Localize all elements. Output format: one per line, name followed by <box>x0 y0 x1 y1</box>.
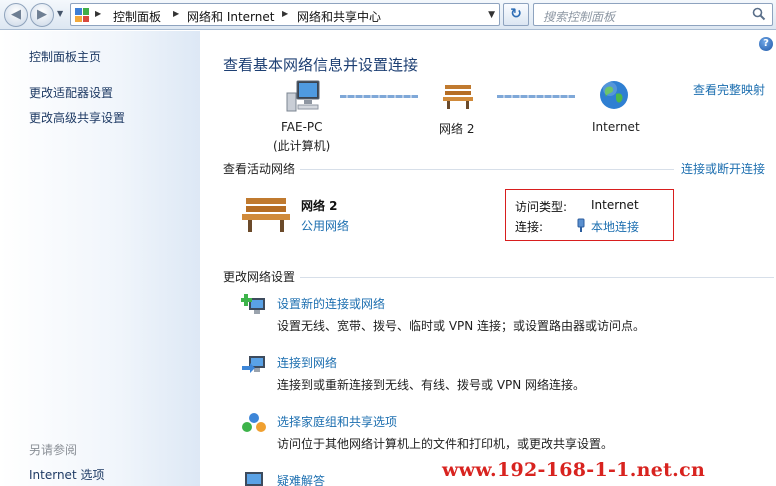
address-dropdown-icon[interactable]: ▼ <box>488 10 495 20</box>
setup-new-connection-desc: 设置无线、宽带、拨号、临时或 VPN 连接；或设置路由器或访问点。 <box>277 319 646 333</box>
connect-to-network-desc: 连接到或重新连接到无线、有线、拨号或 VPN 网络连接。 <box>277 378 586 392</box>
page-title: 查看基本网络信息并设置连接 <box>223 56 419 74</box>
sidebar-item-internet-options[interactable]: Internet 选项 <box>29 466 104 483</box>
search-icon[interactable] <box>752 7 766 21</box>
section-divider <box>300 277 774 278</box>
connections-label: 连接: <box>515 220 544 234</box>
new-connection-icon <box>241 294 265 314</box>
breadcrumb-separator-icon[interactable]: ▶ <box>95 9 101 18</box>
search-placeholder: 搜索控制面板 <box>543 10 616 24</box>
forward-button[interactable]: ▶ <box>30 3 54 27</box>
recent-pages-dropdown[interactable]: ▼ <box>57 9 63 18</box>
homegroup-icon <box>242 413 266 432</box>
homegroup-sharing-desc: 访问位于其他网络计算机上的文件和打印机，或更改共享设置。 <box>277 437 614 451</box>
active-networks-heading: 查看活动网络 <box>223 162 296 176</box>
map-network-name[interactable]: 网络 2 <box>439 120 474 137</box>
internet-globe-icon <box>600 81 628 109</box>
sidebar-item-advanced-sharing-settings[interactable]: 更改高级共享设置 <box>29 109 125 126</box>
back-arrow-icon: ◀ <box>11 7 21 22</box>
sidebar-item-change-adapter-settings[interactable]: 更改适配器设置 <box>29 84 113 101</box>
website-watermark: www.192-168-1-1.net.cn <box>442 459 706 481</box>
address-bar[interactable]: ▶ 控制面板 ▶ 网络和 Internet ▶ 网络和共享中心 ▼ <box>70 3 500 26</box>
breadcrumb-network-internet[interactable]: 网络和 Internet <box>187 8 274 25</box>
active-network-name: 网络 2 <box>301 199 338 213</box>
access-type-value: Internet <box>591 198 639 212</box>
map-internet-label[interactable]: Internet <box>592 120 640 134</box>
back-button[interactable]: ◀ <box>4 3 28 27</box>
local-connection-link[interactable]: 本地连接 <box>591 218 639 235</box>
sidebar-item-control-panel-home[interactable]: 控制面板主页 <box>29 48 101 65</box>
refresh-icon: ↻ <box>510 6 522 22</box>
address-toolbar: ◀ ▶ ▼ ▶ 控制面板 ▶ 网络和 Internet ▶ 网络和共享中心 ▼ … <box>0 0 776 30</box>
network-bench-icon <box>242 198 290 232</box>
breadcrumb-network-sharing-center[interactable]: 网络和共享中心 <box>297 8 381 25</box>
homegroup-sharing-link[interactable]: 选择家庭组和共享选项 <box>277 413 397 430</box>
search-input[interactable]: 搜索控制面板 <box>533 3 773 26</box>
computer-subtitle: (此计算机) <box>273 139 331 153</box>
section-divider <box>300 169 674 170</box>
connect-to-network-link[interactable]: 连接到网络 <box>277 354 337 371</box>
forward-arrow-icon: ▶ <box>37 7 47 22</box>
local-connection-icon <box>577 218 585 232</box>
map-link-line <box>497 95 575 98</box>
map-link-line <box>340 95 418 98</box>
change-settings-heading: 更改网络设置 <box>223 270 296 284</box>
troubleshoot-icon <box>245 472 263 486</box>
help-icon[interactable]: ? <box>759 37 773 51</box>
breadcrumb-separator-icon[interactable]: ▶ <box>282 9 288 18</box>
refresh-button[interactable]: ↻ <box>503 3 529 26</box>
view-full-map-link[interactable]: 查看完整映射 <box>693 81 765 98</box>
computer-icon <box>286 80 320 112</box>
control-panel-icon <box>75 8 89 22</box>
network-type-link[interactable]: 公用网络 <box>301 217 349 234</box>
breadcrumb-separator-icon[interactable]: ▶ <box>173 9 179 18</box>
access-type-label: 访问类型: <box>515 200 568 214</box>
see-also-heading: 另请参阅 <box>29 443 78 457</box>
breadcrumb-control-panel[interactable]: 控制面板 <box>113 8 161 25</box>
connect-disconnect-link[interactable]: 连接或断开连接 <box>681 160 765 177</box>
computer-name: FAE-PC <box>281 120 323 134</box>
public-network-bench-icon <box>443 85 473 109</box>
setup-new-connection-link[interactable]: 设置新的连接或网络 <box>277 295 385 312</box>
connect-network-icon <box>242 356 265 373</box>
troubleshoot-link[interactable]: 疑难解答 <box>277 472 325 486</box>
